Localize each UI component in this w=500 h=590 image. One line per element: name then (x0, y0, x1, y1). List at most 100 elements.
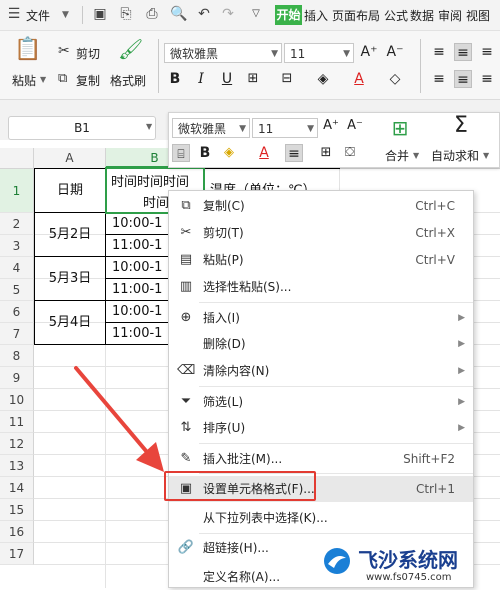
align-top-icon[interactable]: ≡ (430, 43, 448, 61)
row-header-1[interactable]: 1 (0, 169, 34, 213)
chevron-down-icon[interactable]: ▼ (413, 151, 419, 160)
print-icon[interactable]: ⎙ (144, 6, 160, 22)
menu-item-clear-contents[interactable]: ⌫ 清除内容(N) ▶ (169, 358, 473, 384)
tab-view[interactable]: 视图 (466, 7, 490, 24)
align-middle-icon[interactable]: ≡ (454, 43, 472, 61)
border-icon[interactable]: ⊞ (244, 70, 262, 88)
file-menu[interactable]: 文件 (26, 7, 50, 24)
paste-button[interactable]: 粘贴 (12, 72, 36, 89)
font-name-select[interactable]: 微软雅黑 ▼ (164, 43, 282, 63)
merge-button[interactable]: 合并 (385, 147, 409, 164)
mini-format-painter-icon[interactable]: ⌸ (172, 144, 190, 162)
undo-icon[interactable]: ↶ (196, 6, 212, 22)
row-header-12[interactable]: 12 (0, 433, 34, 455)
menu-item-paste-special[interactable]: ▥ 选择性粘贴(S)... (169, 274, 473, 300)
date-cell[interactable]: 5月3日 (35, 257, 105, 300)
autosum-button[interactable]: 自动求和 (431, 147, 479, 164)
mini-align-center-icon[interactable]: ≡ (285, 144, 303, 162)
row-header-13[interactable]: 13 (0, 455, 34, 477)
select-all-corner[interactable] (0, 148, 34, 168)
time-cell[interactable]: 11:00-1 (112, 323, 170, 344)
redo-icon[interactable]: ↷ (220, 6, 236, 22)
tab-page-layout[interactable]: 页面布局 (332, 7, 380, 24)
row-header-8[interactable]: 8 (0, 345, 34, 367)
italic-button[interactable]: I (192, 70, 210, 88)
chevron-down-icon[interactable]: ▼ (146, 122, 152, 131)
tab-insert[interactable]: 插入 (304, 7, 328, 24)
format-painter-button[interactable]: 格式刷 (110, 72, 146, 89)
tab-home[interactable]: 开始 (275, 5, 302, 25)
merge-icon[interactable]: ⊟ (278, 70, 296, 88)
bold-button[interactable]: B (166, 70, 184, 88)
align-left-icon[interactable]: ≡ (430, 70, 448, 88)
mini-fill-color-icon[interactable]: ◈ (220, 144, 238, 162)
name-box[interactable]: B1 (8, 116, 156, 140)
time-cell[interactable]: 10:00-1 (112, 213, 170, 234)
hamburger-menu-icon[interactable]: ☰ (6, 6, 22, 22)
date-cell[interactable]: 5月4日 (35, 301, 105, 344)
font-color-icon[interactable]: A (350, 70, 368, 88)
menu-item-filter[interactable]: ⏷ 筛选(L) ▶ (169, 389, 473, 415)
merge-cells-icon[interactable]: ⊞ (391, 118, 409, 138)
column-header-a[interactable]: A (34, 148, 106, 168)
grow-font-button[interactable]: A⁺ (360, 43, 378, 61)
menu-item-insert[interactable]: ⊕ 插入(I) ▶ (169, 305, 473, 331)
menu-item-copy[interactable]: ⧉ 复制(C) Ctrl+C (169, 193, 473, 219)
menu-item-paste[interactable]: ▤ 粘贴(P) Ctrl+V (169, 247, 473, 273)
font-size-select[interactable]: 11 ▼ (284, 43, 354, 63)
row-header-10[interactable]: 10 (0, 389, 34, 411)
preview-icon[interactable]: 🔍 (170, 6, 187, 22)
underline-button[interactable]: U (218, 70, 236, 88)
mini-border-icon[interactable]: ⊞ (317, 144, 335, 162)
row-header-14[interactable]: 14 (0, 477, 34, 499)
align-bottom-icon[interactable]: ≡ (478, 43, 496, 61)
row-header-16[interactable]: 16 (0, 521, 34, 543)
mini-font-color-icon[interactable]: A (255, 144, 273, 162)
shrink-font-button[interactable]: A⁻ (386, 43, 404, 61)
grow-font-icon[interactable]: A⁺ (322, 117, 340, 135)
row-header-3[interactable]: 3 (0, 235, 34, 257)
row-header-7[interactable]: 7 (0, 323, 34, 345)
tab-formulas[interactable]: 公式 (384, 7, 408, 24)
time-cell[interactable]: 11:00-1 (112, 235, 170, 256)
row-header-9[interactable]: 9 (0, 367, 34, 389)
row-header-15[interactable]: 15 (0, 499, 34, 521)
sum-icon[interactable]: Σ (449, 115, 473, 137)
row-header-2[interactable]: 2 (0, 213, 34, 235)
menu-item-pick-from-list[interactable]: 从下拉列表中选择(K)... (169, 505, 473, 531)
quick-access-dropdown-icon[interactable]: ▽ (248, 6, 264, 22)
time-cell[interactable]: 10:00-1 (112, 257, 170, 278)
tab-review[interactable]: 审阅 (438, 7, 462, 24)
chevron-down-icon[interactable]: ▼ (40, 75, 46, 84)
row-header-5[interactable]: 5 (0, 279, 34, 301)
time-cell[interactable]: 11:00-1 (112, 279, 170, 300)
clear-format-icon[interactable]: ◇ (386, 70, 404, 88)
fill-color-icon[interactable]: ◈ (314, 70, 332, 88)
menu-item-cut[interactable]: ✂ 剪切(T) Ctrl+X (169, 220, 473, 246)
row-header-4[interactable]: 4 (0, 257, 34, 279)
cell-a1[interactable]: 日期 (35, 169, 105, 212)
cut-button[interactable]: 剪切 (76, 45, 100, 62)
date-cell[interactable]: 5月2日 (35, 213, 105, 256)
export-icon[interactable]: ⎘ (118, 6, 134, 22)
row-header-11[interactable]: 11 (0, 411, 34, 433)
menu-item-delete[interactable]: 删除(D) ▶ (169, 331, 473, 357)
row-header-17[interactable]: 17 (0, 543, 34, 565)
row-header-6[interactable]: 6 (0, 301, 34, 323)
mini-font-name-select[interactable]: 微软雅黑 ▼ (172, 118, 250, 138)
mini-fill-icon[interactable]: ⛋ (341, 144, 359, 162)
menu-item-sort[interactable]: ⇅ 排序(U) ▶ (169, 415, 473, 441)
mini-font-size-select[interactable]: 11 ▼ (252, 118, 318, 138)
chevron-down-icon[interactable]: ▼ (62, 10, 69, 20)
copy-button[interactable]: 复制 (76, 72, 100, 89)
paste-icon[interactable]: 📋 (14, 39, 41, 63)
format-painter-icon[interactable]: 🖌 (118, 39, 143, 63)
align-right-icon[interactable]: ≡ (478, 70, 496, 88)
save-icon[interactable]: ▣ (92, 6, 108, 22)
tab-data[interactable]: 数据 (410, 7, 434, 24)
time-cell[interactable]: 10:00-1 (112, 301, 170, 322)
copy-icon[interactable]: ⧉ (58, 72, 67, 85)
scissors-icon[interactable]: ✂ (58, 44, 70, 58)
chevron-down-icon[interactable]: ▼ (483, 151, 489, 160)
menu-item-insert-comment[interactable]: ✎ 插入批注(M)... Shift+F2 (169, 446, 473, 472)
